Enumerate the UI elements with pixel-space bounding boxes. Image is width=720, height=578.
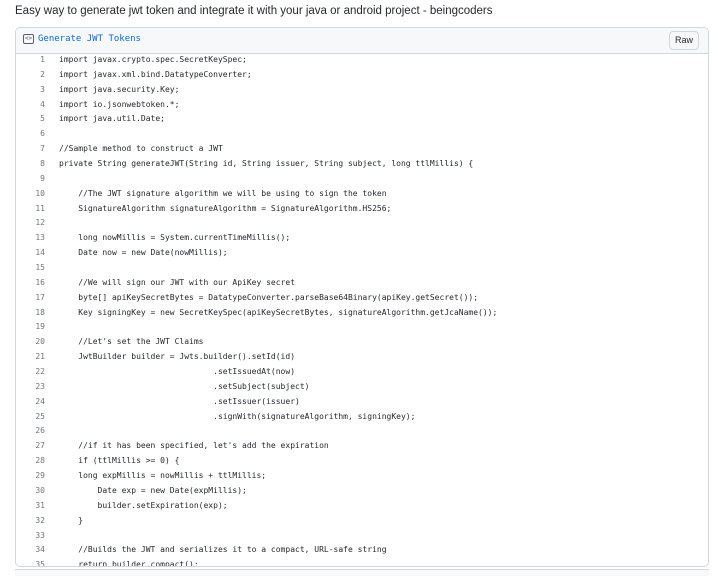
line-number: 3: [40, 84, 45, 94]
code-line-text: import javax.xml.bind.DatatypeConverter;: [59, 69, 252, 79]
code-line-text: .setIssuer(issuer): [59, 396, 300, 406]
line-number: 24: [35, 396, 45, 406]
gist-footer-edge: [15, 569, 709, 576]
line-number: 27: [35, 441, 45, 451]
line-number: 12: [35, 218, 45, 228]
line-number: 31: [35, 500, 45, 510]
line-number: 4: [40, 99, 45, 109]
code-line-text: SignatureAlgorithm signatureAlgorithm = …: [59, 203, 392, 213]
line-number: 25: [35, 411, 45, 421]
line-number: 22: [35, 367, 45, 377]
line-number: 20: [35, 337, 45, 347]
line-number: 10: [35, 188, 45, 198]
line-number: 15: [35, 263, 45, 273]
code-line-text: builder.setExpiration(exp);: [59, 500, 228, 510]
line-number: 11: [35, 203, 45, 213]
line-number: 30: [35, 485, 45, 495]
code-line-text: Date exp = new Date(expMillis);: [59, 485, 247, 495]
code-line-text: import io.jsonwebtoken.*;: [59, 99, 180, 109]
code-line-text: import java.security.Key;: [59, 84, 180, 94]
line-number: 5: [40, 114, 45, 124]
code-line-text: JwtBuilder builder = Jwts.builder().setI…: [59, 352, 296, 362]
line-number: 14: [35, 248, 45, 258]
gist-file-header: <> Generate JWT Tokens Raw: [16, 28, 708, 54]
line-number: 28: [35, 456, 45, 466]
line-number: 26: [35, 426, 45, 436]
line-number: 18: [35, 307, 45, 317]
code-line-text: }: [59, 515, 84, 525]
code-line-text: //We will sign our JWT with our ApiKey s…: [59, 277, 296, 287]
code-line-text: //The JWT signature algorithm we will be…: [59, 188, 387, 198]
code-line-text: //if it has been specified, let's add th…: [59, 441, 329, 451]
line-number: 9: [40, 173, 45, 183]
code-line-text: return builder.compact();: [59, 560, 199, 567]
line-number: 32: [35, 515, 45, 525]
page-title: Easy way to generate jwt token and integ…: [15, 5, 493, 17]
code-line-text: //Builds the JWT and serializes it to a …: [59, 545, 387, 555]
line-number: 17: [35, 292, 45, 302]
code-line-text: import java.util.Date;: [59, 114, 165, 124]
code-line-text: .setIssuedAt(now): [59, 367, 296, 377]
code-line-text: //Let's set the JWT Claims: [59, 337, 204, 347]
code-line-text: import javax.crypto.spec.SecretKeySpec;: [59, 55, 247, 64]
line-number: 7: [40, 144, 45, 154]
line-number: 13: [35, 233, 45, 243]
line-number: 21: [35, 352, 45, 362]
code-line-text: .setSubject(subject): [59, 381, 310, 391]
code-line-text: //Sample method to construct a JWT: [59, 144, 223, 154]
line-number: 6: [40, 129, 45, 139]
line-number: 35: [35, 560, 45, 567]
line-number: 29: [35, 471, 45, 481]
code-line-text: .signWith(signatureAlgorithm, signingKey…: [59, 411, 416, 421]
code-line-text: long nowMillis = System.currentTimeMilli…: [59, 233, 291, 243]
code-line-text: Date now = new Date(nowMillis);: [59, 248, 228, 258]
line-number: 23: [35, 381, 45, 391]
code-line-text: if (ttlMillis >= 0) {: [59, 456, 180, 466]
line-number: 16: [35, 277, 45, 287]
code-line-text: private String generateJWT(String id, St…: [59, 159, 474, 169]
code-line-text: byte[] apiKeySecretBytes = DatatypeConve…: [59, 292, 479, 302]
code-line-text: long expMillis = nowMillis + ttlMillis;: [59, 471, 267, 481]
line-number: 34: [35, 545, 45, 555]
code-file-icon: <>: [23, 34, 34, 44]
line-number: 19: [35, 322, 45, 332]
gist-embed: <> Generate JWT Tokens Raw 1 import javax…: [15, 27, 709, 567]
line-number: 33: [35, 530, 45, 540]
raw-button[interactable]: Raw: [669, 31, 699, 50]
code-line-text: Key signingKey = new SecretKeySpec(apiKe…: [59, 307, 498, 317]
line-number: 2: [40, 69, 45, 79]
line-number: 8: [40, 159, 45, 169]
line-number: 1: [40, 55, 45, 64]
gist-file-name-link[interactable]: Generate JWT Tokens: [38, 34, 141, 44]
